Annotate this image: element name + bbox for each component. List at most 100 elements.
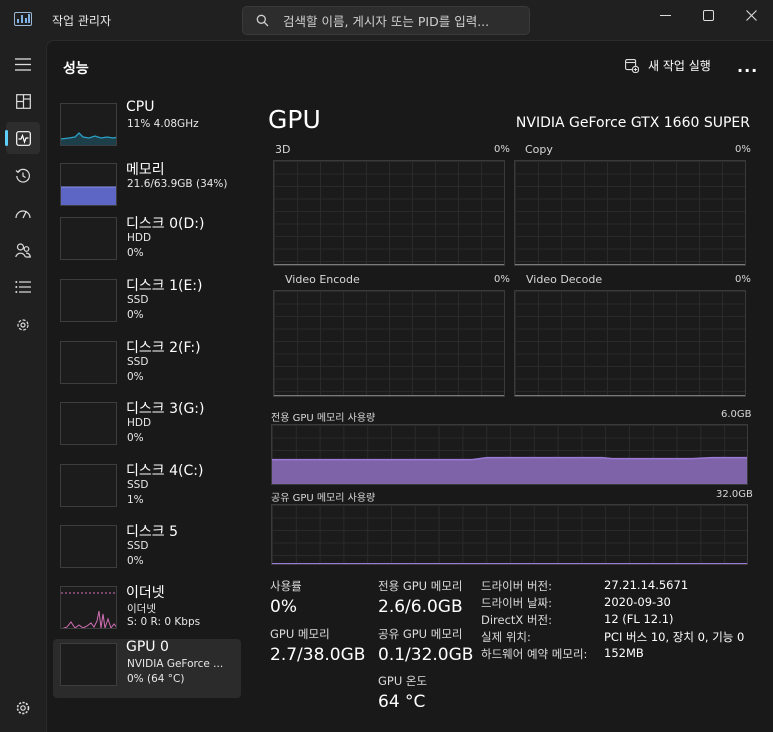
disk-thumbnail-graph — [60, 341, 117, 384]
engine-video-decode-value: 0% — [735, 274, 751, 285]
engine-copy-label: Copy — [525, 143, 553, 156]
device-disk-1[interactable]: 디스크 1(E:) SSD 0% — [53, 275, 241, 334]
gpu-memory-label: GPU 메모리 — [270, 627, 330, 641]
details-icon — [15, 281, 31, 293]
engine-3d-graph — [273, 160, 505, 266]
close-icon — [745, 9, 757, 21]
gpu-temp-value: 64 °C — [378, 692, 426, 712]
device-type: SSD — [127, 540, 149, 552]
memory-sparkline — [61, 186, 116, 205]
device-name: 디스크 3(G:) — [126, 401, 205, 417]
gpu-memory-value: 2.7/38.0GB — [270, 645, 366, 665]
device-name: GPU 0 — [126, 639, 169, 655]
more-options-button[interactable]: ... — [737, 57, 758, 76]
device-stat: S: 0 R: 0 Kbps — [127, 616, 201, 628]
settings-icon — [16, 701, 30, 715]
minimize-icon — [659, 14, 671, 16]
device-name: 디스크 2(F:) — [126, 340, 201, 356]
nav-processes[interactable] — [6, 85, 40, 117]
physical-location-key: 실제 위치: — [481, 630, 531, 644]
device-model: NVIDIA GeForce ... — [127, 658, 224, 670]
reserved-memory-key: 하드웨어 예약 메모리: — [481, 647, 588, 661]
device-disk-0[interactable]: 디스크 0(D:) HDD 0% — [53, 213, 241, 272]
driver-version-key: 드라이버 버전: — [481, 579, 553, 593]
maximize-button[interactable] — [687, 0, 729, 30]
disk-sparkline — [61, 465, 117, 507]
gpu-model-name: NVIDIA GeForce GTX 1660 SUPER — [515, 115, 750, 131]
users-icon — [15, 242, 31, 258]
nav-app-history[interactable] — [6, 160, 40, 192]
device-stat: 0% — [127, 309, 144, 321]
processes-icon — [15, 93, 31, 109]
utilization-value: 0% — [270, 597, 297, 617]
nav-performance[interactable] — [5, 122, 40, 154]
menu-button[interactable] — [6, 48, 40, 80]
performance-icon — [15, 130, 31, 146]
nav-settings[interactable] — [6, 692, 40, 724]
dedicated-memory-value: 2.6/6.0GB — [378, 597, 463, 617]
run-new-task-label: 새 작업 실행 — [648, 59, 711, 73]
dedicated-memory-fill — [272, 457, 747, 484]
nav-startup-apps[interactable] — [6, 197, 40, 229]
nav-users[interactable] — [6, 234, 40, 266]
close-button[interactable] — [730, 0, 772, 30]
device-disk-4[interactable]: 디스크 4(C:) SSD 1% — [53, 460, 241, 519]
nav-services[interactable] — [6, 309, 40, 341]
ethernet-sparkline — [61, 592, 116, 628]
gpu-temp-label: GPU 온도 — [378, 674, 428, 688]
shared-memory-label: 공유 GPU 메모리 — [378, 627, 463, 641]
engine-video-decode-graph — [514, 290, 746, 397]
shared-memory-value: 0.1/32.0GB — [378, 645, 474, 665]
device-disk-2[interactable]: 디스크 2(F:) SSD 0% — [53, 337, 241, 396]
device-memory[interactable]: 메모리 21.6/63.9GB (34%) — [53, 159, 241, 218]
disk-thumbnail-graph — [60, 279, 117, 322]
device-type: 이더넷 — [127, 603, 156, 615]
search-box[interactable] — [242, 6, 530, 35]
device-stat: 0% — [127, 247, 144, 259]
memory-thumbnail-graph — [60, 163, 117, 206]
detail-title: GPU — [268, 105, 321, 134]
driver-date-key: 드라이버 날짜: — [481, 596, 553, 610]
disk-sparkline — [61, 218, 117, 260]
device-type: SSD — [127, 356, 149, 368]
engine-video-decode-label: Video Decode — [526, 273, 603, 286]
device-ethernet[interactable]: 이더넷 이더넷 S: 0 R: 0 Kbps — [53, 582, 241, 641]
directx-version-key: DirectX 버전: — [481, 613, 553, 627]
utilization-label: 사용률 — [270, 579, 302, 593]
disk-thumbnail-graph — [60, 525, 117, 568]
search-input[interactable] — [283, 12, 523, 30]
task-manager-app-icon — [14, 12, 32, 26]
disk-sparkline — [61, 342, 117, 384]
maximize-icon — [702, 9, 714, 21]
device-name: 메모리 — [126, 162, 165, 178]
history-icon — [15, 168, 30, 183]
disk-thumbnail-graph — [60, 217, 117, 260]
performance-page: 성능 새 작업 실행 ... CPU 11% 4.08GHz 메모리 21.6/… — [46, 40, 773, 732]
device-disk-5[interactable]: 디스크 5 SSD 0% — [53, 521, 241, 580]
device-disk-3[interactable]: 디스크 3(G:) HDD 0% — [53, 398, 241, 457]
nav-details[interactable] — [6, 271, 40, 303]
dedicated-memory-graph-label: 전용 GPU 메모리 사용량 — [271, 413, 376, 424]
disk-thumbnail-graph — [60, 402, 117, 445]
page-title: 성능 — [63, 61, 89, 77]
directx-version-value: 12 (FL 12.1) — [604, 612, 674, 626]
disk-sparkline — [61, 280, 117, 322]
shared-memory-max: 32.0GB — [716, 489, 753, 500]
shared-memory-graph-label: 공유 GPU 메모리 사용량 — [271, 493, 376, 504]
device-stat: 0% (64 °C) — [127, 673, 185, 685]
gpu-sparkline — [61, 644, 117, 686]
disk-thumbnail-graph — [60, 464, 117, 507]
startup-icon — [15, 210, 31, 219]
new-task-icon — [625, 58, 639, 73]
device-stat: 1% — [127, 494, 144, 506]
device-cpu[interactable]: CPU 11% 4.08GHz — [53, 99, 241, 158]
device-gpu-0[interactable]: GPU 0 NVIDIA GeForce ... 0% (64 °C) — [53, 639, 241, 698]
device-name: 디스크 1(E:) — [126, 278, 203, 294]
device-name: 디스크 4(C:) — [126, 463, 204, 479]
minimize-button[interactable] — [644, 0, 686, 30]
engine-copy-value: 0% — [735, 144, 751, 155]
run-new-task-button[interactable]: 새 작업 실행 — [625, 57, 711, 74]
device-name: 디스크 5 — [126, 524, 178, 540]
engine-video-encode-graph — [273, 290, 505, 397]
engine-video-encode-label: Video Encode — [285, 273, 360, 286]
